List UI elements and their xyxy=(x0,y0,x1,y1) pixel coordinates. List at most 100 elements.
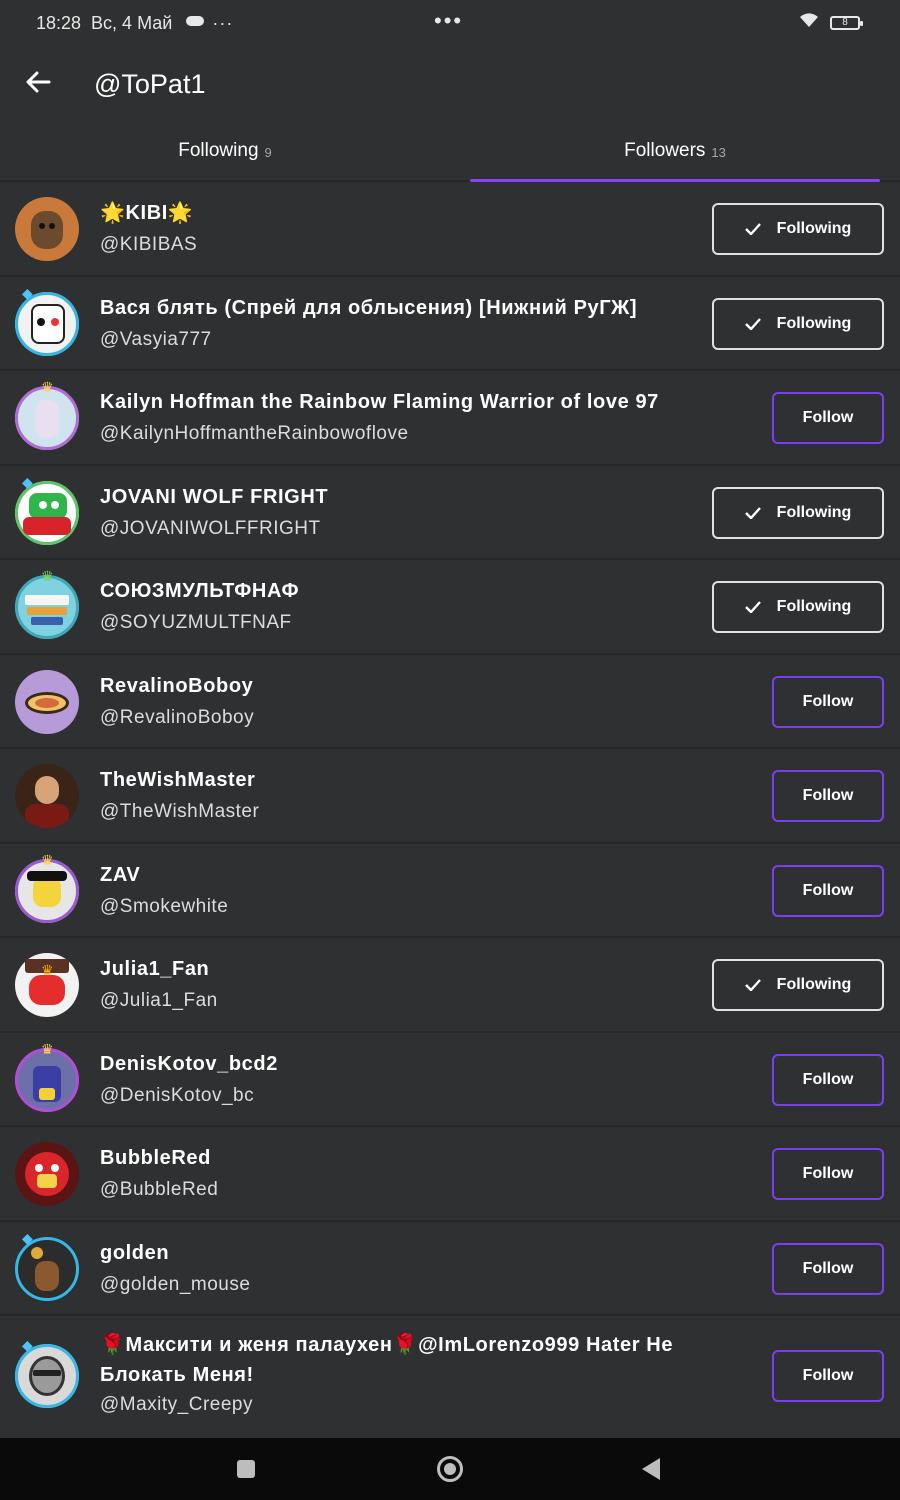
back-triangle-icon[interactable] xyxy=(642,1458,660,1480)
avatar[interactable]: ♛ xyxy=(15,853,79,923)
app-bar: @ToPat1 xyxy=(0,46,900,122)
button-label: Follow xyxy=(802,787,854,804)
follow-button[interactable]: Follow xyxy=(772,770,884,822)
following-button[interactable]: Following xyxy=(712,297,884,350)
button-label: Follow xyxy=(802,409,854,426)
username: @JOVANIWOLFFRIGHT xyxy=(100,517,321,539)
display-name: golden xyxy=(100,1241,170,1264)
button-label: Following xyxy=(776,976,852,993)
tab-followers-label: Followers xyxy=(624,140,706,161)
button-label: Follow xyxy=(802,692,854,710)
list-item[interactable]: 🌟KIBI🌟 @KIBIBAS Following xyxy=(0,182,900,277)
list-item[interactable]: ◆ 🌹Максити и женя палаухен🌹@ImLorenzo999… xyxy=(0,1316,900,1440)
tab-followers[interactable]: Followers 13 xyxy=(450,122,900,182)
avatar[interactable]: ◆ xyxy=(15,1338,79,1408)
check-icon xyxy=(744,317,761,330)
button-label: Following xyxy=(776,503,852,521)
list-item[interactable]: ◆ JOVANI WOLF FRIGHT @JOVANIWOLFFRIGHT F… xyxy=(0,466,900,560)
display-name: JOVANI WOLF FRIGHT xyxy=(100,485,329,508)
button-label: Follow xyxy=(802,881,854,899)
avatar[interactable]: ♛ xyxy=(15,569,79,639)
follow-button[interactable]: Follow xyxy=(772,1350,884,1402)
username: @KIBIBAS xyxy=(100,234,198,255)
badge-icon: ◆ xyxy=(22,473,33,490)
username: @BubbleRed xyxy=(100,1179,219,1200)
display-name: Julia1_Fan xyxy=(100,958,210,980)
recents-icon[interactable] xyxy=(237,1460,255,1478)
display-name: 🌟KIBI🌟 xyxy=(100,202,194,224)
avatar[interactable] xyxy=(15,764,79,828)
wifi-icon xyxy=(798,12,820,33)
avatar[interactable]: ◆ xyxy=(15,475,79,545)
button-label: Follow xyxy=(802,1070,854,1088)
badge-icon: ◆ xyxy=(22,284,33,301)
status-date: Вс, 4 Май xyxy=(91,12,173,33)
list-item[interactable]: ♛ СОЮЗМУЛЬТФНАФ @SOYUZMULTFNAF Following xyxy=(0,560,900,655)
follow-button[interactable]: Follow xyxy=(772,864,884,917)
list-item[interactable]: ♛ Julia1_Fan @Julia1_Fan Following xyxy=(0,938,900,1033)
tab-following-label: Following xyxy=(178,140,259,161)
list-item[interactable]: RevalinoBoboy @RevalinoBoboy Follow xyxy=(0,655,900,749)
page-title: @ToPat1 xyxy=(94,68,206,99)
avatar[interactable]: ◆ xyxy=(15,286,79,356)
avatar[interactable] xyxy=(15,669,79,734)
following-button[interactable]: Following xyxy=(712,581,884,633)
check-icon xyxy=(744,601,761,613)
badge-icon: ◆ xyxy=(22,1229,33,1246)
center-dots-icon: ••• xyxy=(434,8,464,33)
list-item[interactable]: ♛ DenisKotov_bcd2 @DenisKotov_bc Follow xyxy=(0,1033,900,1127)
button-label: Follow xyxy=(802,1165,854,1182)
follow-button[interactable]: Follow xyxy=(772,392,884,444)
status-time: 18:28 xyxy=(36,12,82,33)
home-icon[interactable] xyxy=(437,1456,463,1482)
avatar[interactable]: ♛ xyxy=(15,1042,79,1112)
system-nav-bar xyxy=(0,1438,900,1500)
back-button[interactable] xyxy=(8,54,68,114)
avatar[interactable] xyxy=(15,197,79,261)
username: @golden_mouse xyxy=(100,1273,251,1295)
username: @Smokewhite xyxy=(100,895,229,917)
button-label: Following xyxy=(776,220,852,237)
list-item[interactable]: ♛ ZAV @Smokewhite Follow xyxy=(0,844,900,938)
crown-icon: ♛ xyxy=(41,379,54,395)
follow-button[interactable]: Follow xyxy=(772,675,884,728)
check-icon xyxy=(744,506,761,519)
list-item[interactable]: ◆ Вася блять (Спрей для облысения) [Нижн… xyxy=(0,277,900,371)
follow-button[interactable]: Follow xyxy=(772,1053,884,1106)
avatar[interactable]: ◆ xyxy=(15,1231,79,1301)
tab-following-count: 9 xyxy=(264,144,272,160)
follow-button[interactable]: Follow xyxy=(772,1148,884,1200)
following-button[interactable]: Following xyxy=(712,486,884,539)
more-notifications-icon: ··· xyxy=(212,12,234,33)
crown-icon: ♛ xyxy=(41,962,54,978)
list-item[interactable]: TheWishMaster @TheWishMaster Follow xyxy=(0,749,900,844)
display-name: СОЮЗМУЛЬТФНАФ xyxy=(100,580,300,602)
display-name: Вася блять (Спрей для облысения) [Нижний… xyxy=(100,296,638,319)
list-item[interactable]: BubbleRed @BubbleRed Follow xyxy=(0,1127,900,1222)
avatar[interactable]: ♛ xyxy=(15,953,79,1017)
username: @Julia1_Fan xyxy=(100,990,218,1011)
button-label: Follow xyxy=(802,1367,854,1384)
avatar[interactable]: ♛ xyxy=(15,380,79,450)
crown-icon: ♛ xyxy=(41,1040,54,1057)
username: @Maxity_Creepy xyxy=(100,1394,253,1415)
button-label: Follow xyxy=(802,1259,854,1277)
crown-icon: ♛ xyxy=(41,851,54,868)
following-button[interactable]: Following xyxy=(712,203,884,255)
follow-button[interactable]: Follow xyxy=(772,1242,884,1295)
display-name: RevalinoBoboy xyxy=(100,674,254,697)
display-name: ZAV xyxy=(100,863,141,886)
list-item[interactable]: ◆ golden @golden_mouse Follow xyxy=(0,1222,900,1316)
avatar[interactable] xyxy=(15,1142,79,1206)
display-name: BubbleRed xyxy=(100,1147,211,1169)
following-button[interactable]: Following xyxy=(712,959,884,1011)
username: @DenisKotov_bc xyxy=(100,1084,255,1106)
check-icon xyxy=(744,979,761,991)
username: @Vasyia777 xyxy=(100,328,212,350)
display-name: TheWishMaster xyxy=(100,769,256,791)
display-name: DenisKotov_bcd2 xyxy=(100,1052,278,1075)
tab-following[interactable]: Following 9 xyxy=(0,122,450,180)
arrow-left-icon xyxy=(25,71,51,98)
list-item[interactable]: ♛ Kailyn Hoffman the Rainbow Flaming War… xyxy=(0,371,900,466)
username: @KailynHoffmantheRainbowoflove xyxy=(100,423,409,444)
